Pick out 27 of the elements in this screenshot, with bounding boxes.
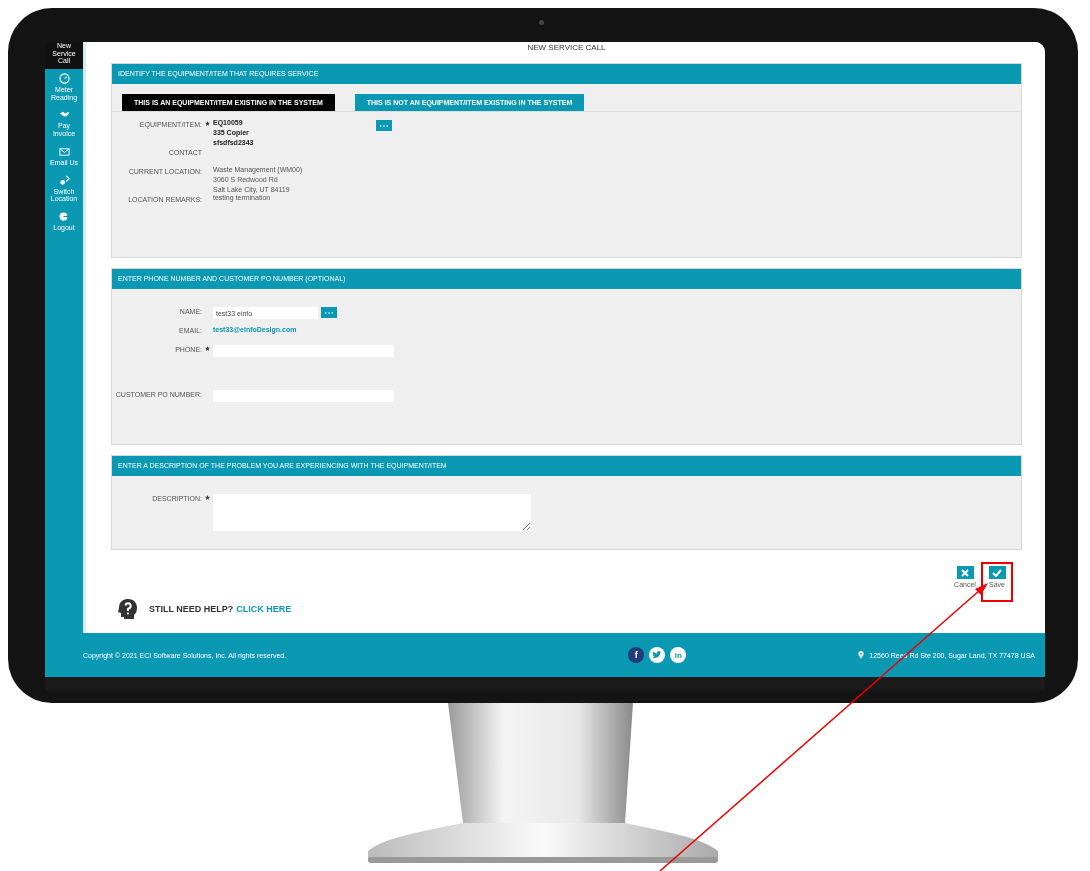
lookup-button[interactable]	[376, 120, 392, 131]
help-text: STILL NEED HELP?	[149, 604, 234, 614]
description-field[interactable]	[213, 494, 531, 531]
logout-icon	[58, 210, 70, 222]
envelope-icon	[58, 145, 70, 157]
save-button[interactable]	[988, 566, 1006, 579]
page-title: NEW SERVICE CALL	[526, 42, 607, 54]
map-pin-icon	[858, 651, 865, 659]
close-icon	[961, 568, 969, 577]
linkedin-link[interactable]: in	[670, 647, 687, 663]
help-link[interactable]: CLICK HERE	[236, 604, 292, 614]
camera-dot	[539, 20, 544, 25]
location-switch-icon	[58, 174, 70, 186]
ellipsis-icon	[325, 311, 333, 314]
cancel-button[interactable]	[956, 566, 974, 579]
required-star-icon	[205, 346, 210, 351]
required-star-icon	[205, 121, 210, 126]
gauge-icon	[58, 73, 70, 85]
highlight-frame	[981, 562, 1013, 602]
required-star-icon	[205, 495, 210, 500]
help-head-icon	[115, 598, 139, 620]
lookup-button[interactable]	[321, 307, 337, 318]
ellipsis-icon	[380, 124, 388, 127]
checkmark-icon	[992, 568, 1002, 577]
facebook-link[interactable]: f	[628, 647, 645, 663]
bird-icon	[652, 651, 663, 659]
twitter-link[interactable]	[649, 647, 666, 663]
